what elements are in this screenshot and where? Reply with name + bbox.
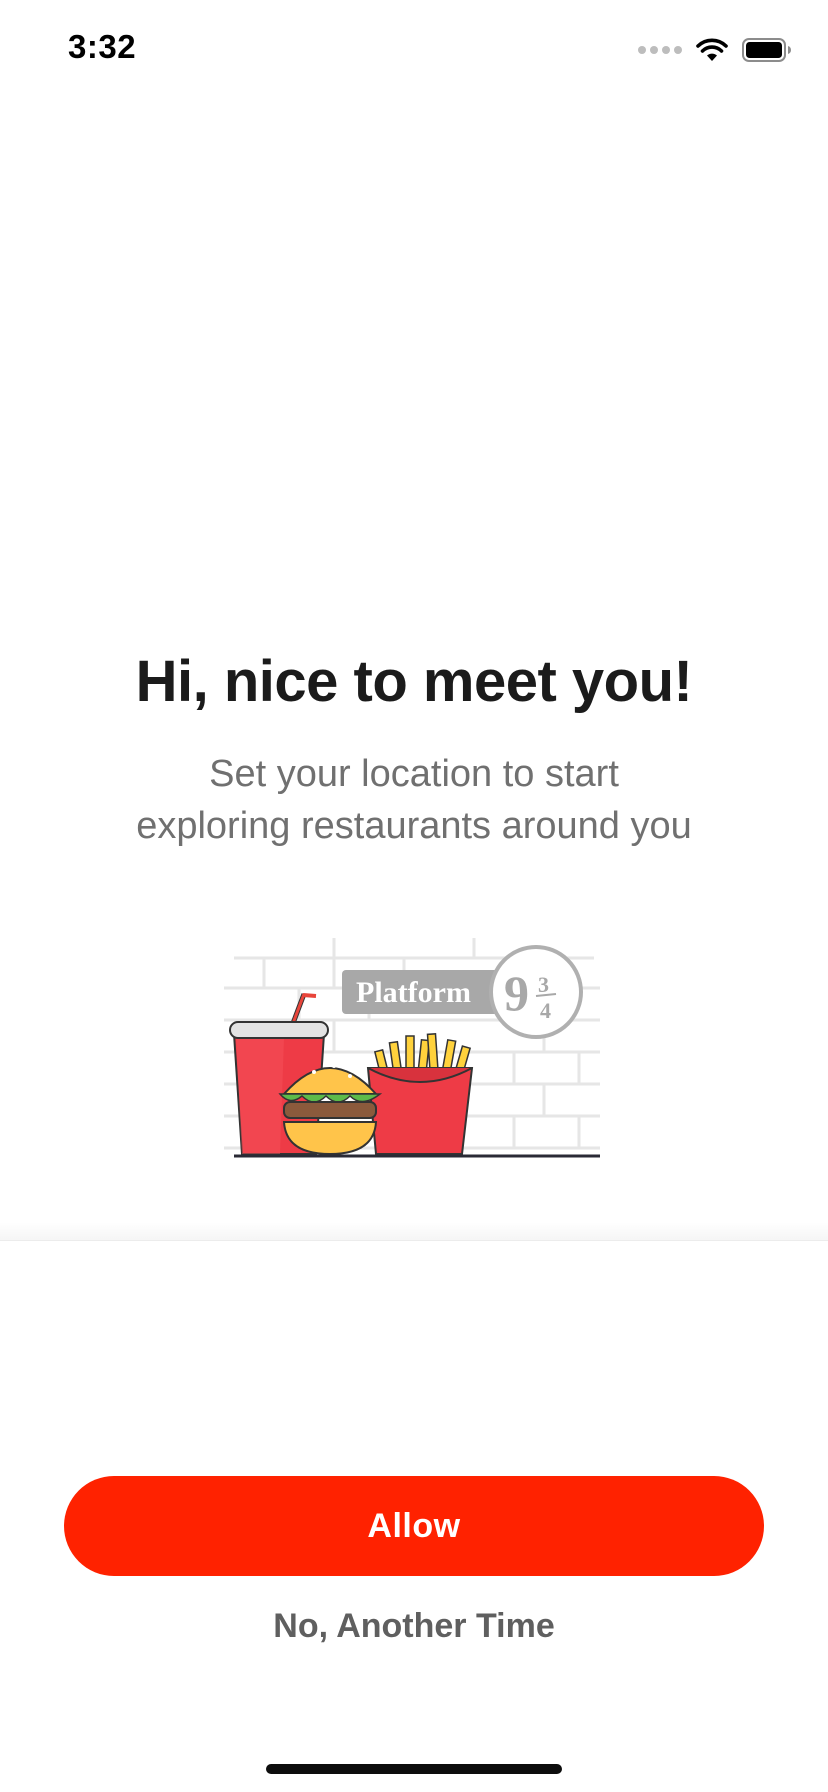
welcome-subtext-line-2: exploring restaurants around you xyxy=(136,805,692,847)
home-indicator[interactable] xyxy=(266,1764,562,1774)
platform-sign-text: Platform xyxy=(356,976,471,1009)
platform-sign-fraction-bottom: 4 xyxy=(540,998,551,1023)
battery-icon xyxy=(742,38,791,62)
allow-button[interactable]: Allow xyxy=(64,1476,764,1576)
status-time: 3:32 xyxy=(68,28,137,65)
no-another-time-button[interactable]: No, Another Time xyxy=(164,1598,664,1654)
platform-sign-number: 9 xyxy=(504,965,529,1021)
cellular-signal-icon xyxy=(638,46,682,54)
welcome-subtext-line-1: Set your location to start xyxy=(209,753,619,795)
sheet-shadow xyxy=(0,1222,828,1242)
platform-sign-fraction-top: 3 xyxy=(538,972,549,997)
welcome-headline: Hi, nice to meet you! xyxy=(135,649,693,714)
wifi-icon xyxy=(696,38,728,61)
status-bar: 3:32 xyxy=(0,0,828,100)
welcome-subtext: Set your location to start exploring res… xyxy=(60,748,768,852)
platform-sign: Platform 9 3 4 xyxy=(342,945,583,1039)
fast-food-illustration: Platform 9 3 4 xyxy=(224,938,600,1158)
status-icons xyxy=(638,34,792,66)
location-permission-screen: 3:32 Hi, nice to meet you! Set your loca… xyxy=(0,0,828,1792)
